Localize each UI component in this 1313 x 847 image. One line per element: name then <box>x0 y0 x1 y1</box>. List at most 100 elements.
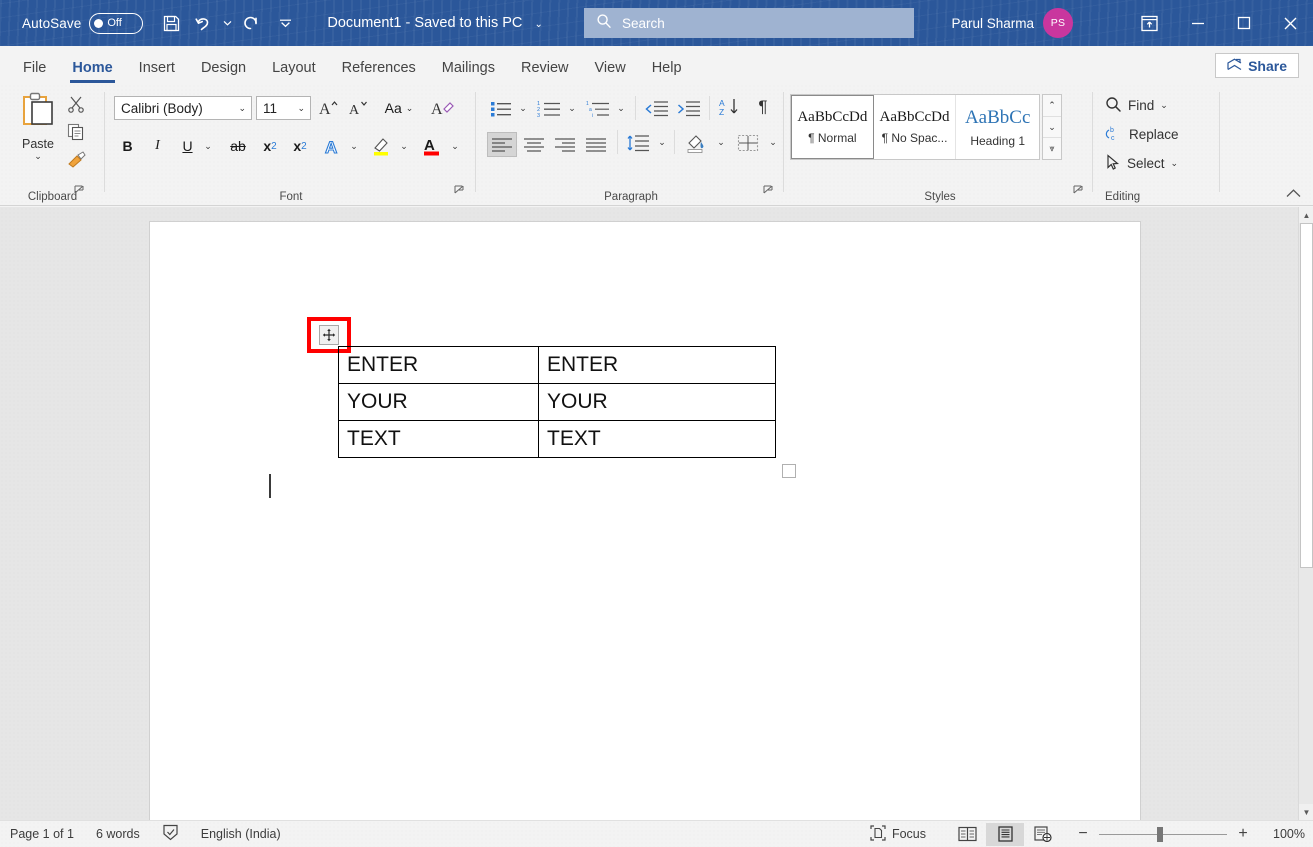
styles-more-icon[interactable]: ⩔ <box>1043 138 1061 159</box>
font-color-icon[interactable]: A <box>418 133 446 159</box>
font-size-combo[interactable]: 11 ⌄ <box>256 96 311 120</box>
maximize-icon[interactable] <box>1221 0 1267 46</box>
web-layout-icon[interactable] <box>1024 823 1062 846</box>
table-move-handle-icon[interactable] <box>319 325 339 345</box>
tab-mailings[interactable]: Mailings <box>429 60 508 84</box>
paste-button[interactable]: Paste ⌄ <box>12 92 64 186</box>
table-row[interactable]: TEXT TEXT <box>338 420 776 458</box>
style-normal[interactable]: AaBbCcDd ¶ Normal <box>791 95 874 159</box>
search-input[interactable]: Search <box>584 8 914 38</box>
table-cell[interactable]: TEXT <box>538 420 776 458</box>
strikethrough-button[interactable]: ab <box>223 133 253 159</box>
font-dialog-launcher-icon[interactable] <box>454 183 465 201</box>
show-formatting-marks-icon[interactable]: ¶ <box>750 94 776 119</box>
zoom-level[interactable]: 100% <box>1267 827 1305 841</box>
tab-file[interactable]: File <box>10 60 59 84</box>
styles-scroll-down-icon[interactable]: ⌄ <box>1043 117 1061 139</box>
justify-icon[interactable] <box>581 132 611 157</box>
share-button[interactable]: Share <box>1215 53 1299 78</box>
vertical-scrollbar[interactable]: ▲ ▼ <box>1298 207 1313 820</box>
read-mode-icon[interactable] <box>948 823 986 846</box>
save-icon[interactable] <box>155 7 187 39</box>
find-caret-icon[interactable]: ⌄ <box>1160 100 1168 111</box>
clipboard-dialog-launcher-icon[interactable] <box>74 183 85 201</box>
align-right-icon[interactable] <box>550 132 580 157</box>
tab-insert[interactable]: Insert <box>126 60 188 84</box>
text-effects-caret-icon[interactable]: ⌄ <box>345 133 363 159</box>
highlight-caret-icon[interactable]: ⌄ <box>395 133 413 159</box>
superscript-button[interactable]: x2 <box>286 133 314 159</box>
redo-icon[interactable] <box>235 7 267 39</box>
proofing-errors-icon[interactable] <box>162 824 179 844</box>
underline-button[interactable]: U <box>174 133 201 159</box>
document-table[interactable]: ENTER ENTER YOUR YOUR TEXT TEXT <box>338 346 776 458</box>
zoom-slider[interactable] <box>1099 826 1227 842</box>
minimize-icon[interactable] <box>1175 0 1221 46</box>
text-effects-icon[interactable]: A <box>320 133 346 159</box>
select-caret-icon[interactable]: ⌄ <box>1171 158 1179 169</box>
tab-references[interactable]: References <box>329 60 429 84</box>
close-icon[interactable] <box>1267 0 1313 46</box>
zoom-out-button[interactable]: − <box>1076 825 1090 843</box>
table-cell[interactable]: YOUR <box>538 383 776 421</box>
multilevel-caret-icon[interactable]: ⌄ <box>613 96 629 121</box>
scroll-down-icon[interactable]: ▼ <box>1299 804 1313 820</box>
paste-caret-icon[interactable]: ⌄ <box>34 151 42 162</box>
bold-button[interactable]: B <box>114 133 141 159</box>
borders-caret-icon[interactable]: ⌄ <box>765 130 781 155</box>
increase-indent-icon[interactable] <box>674 96 704 121</box>
language-indicator[interactable]: English (India) <box>201 827 281 841</box>
tab-layout[interactable]: Layout <box>259 60 329 84</box>
document-title[interactable]: Document1 - Saved to this PC ⌄ <box>327 15 542 31</box>
bullets-icon[interactable] <box>487 96 515 121</box>
replace-button[interactable]: bc Replace <box>1105 121 1179 148</box>
document-canvas[interactable]: ENTER ENTER YOUR YOUR TEXT TEXT <box>0 207 1298 820</box>
cut-scissors-icon[interactable] <box>62 90 90 118</box>
style-heading-1[interactable]: AaBbCc Heading 1 <box>956 95 1039 159</box>
styles-scroll-up-icon[interactable]: ⌃ <box>1043 95 1061 117</box>
avatar[interactable]: PS <box>1043 8 1073 38</box>
account-button[interactable]: Parul Sharma PS <box>951 0 1073 46</box>
autosave-toggle[interactable]: Off <box>89 12 144 34</box>
shading-icon[interactable] <box>681 130 711 155</box>
tab-view[interactable]: View <box>582 60 639 84</box>
collapse-ribbon-caret-icon[interactable] <box>1286 186 1301 201</box>
table-cell[interactable]: ENTER <box>538 346 776 384</box>
paragraph-dialog-launcher-icon[interactable] <box>763 183 774 201</box>
bullets-caret-icon[interactable]: ⌄ <box>515 96 531 121</box>
multilevel-list-icon[interactable]: 1ai <box>583 96 613 121</box>
copy-icon[interactable] <box>62 118 90 146</box>
scrollbar-thumb[interactable] <box>1300 223 1313 568</box>
text-highlight-color-icon[interactable] <box>368 133 396 159</box>
numbering-icon[interactable]: 123 <box>534 96 564 121</box>
line-and-paragraph-spacing-icon[interactable] <box>623 130 653 155</box>
title-caret-icon[interactable]: ⌄ <box>534 19 542 30</box>
table-cell[interactable]: TEXT <box>338 420 539 458</box>
italic-button[interactable]: I <box>144 133 171 159</box>
word-count[interactable]: 6 words <box>96 827 140 841</box>
tab-design[interactable]: Design <box>188 60 259 84</box>
undo-dropdown-caret-icon[interactable] <box>219 7 235 39</box>
zoom-slider-thumb[interactable] <box>1157 826 1163 842</box>
table-cell[interactable]: YOUR <box>338 383 539 421</box>
align-left-icon[interactable] <box>487 132 517 157</box>
borders-icon[interactable] <box>733 130 763 155</box>
style-no-spacing[interactable]: AaBbCcDd ¶ No Spac... <box>874 95 957 159</box>
tab-home[interactable]: Home <box>59 60 125 84</box>
customize-quick-access-icon[interactable] <box>277 7 293 39</box>
font-color-caret-icon[interactable]: ⌄ <box>446 133 464 159</box>
format-painter-icon[interactable] <box>62 146 90 174</box>
font-family-combo[interactable]: Calibri (Body) ⌄ <box>114 96 252 120</box>
select-button[interactable]: Select ⌄ <box>1105 150 1178 177</box>
sort-az-icon[interactable]: AZ <box>715 94 745 119</box>
chevron-down-icon[interactable]: ⌄ <box>238 103 246 114</box>
chevron-down-icon[interactable]: ⌄ <box>297 103 305 114</box>
tab-help[interactable]: Help <box>639 60 695 84</box>
clear-all-formatting-icon[interactable]: A <box>428 95 458 121</box>
table-row[interactable]: ENTER ENTER <box>338 346 776 384</box>
print-layout-icon[interactable] <box>986 822 1024 846</box>
focus-mode-button[interactable]: Focus <box>870 824 926 844</box>
table-row[interactable]: YOUR YOUR <box>338 383 776 421</box>
zoom-in-button[interactable]: + <box>1236 825 1250 843</box>
numbering-caret-icon[interactable]: ⌄ <box>564 96 580 121</box>
